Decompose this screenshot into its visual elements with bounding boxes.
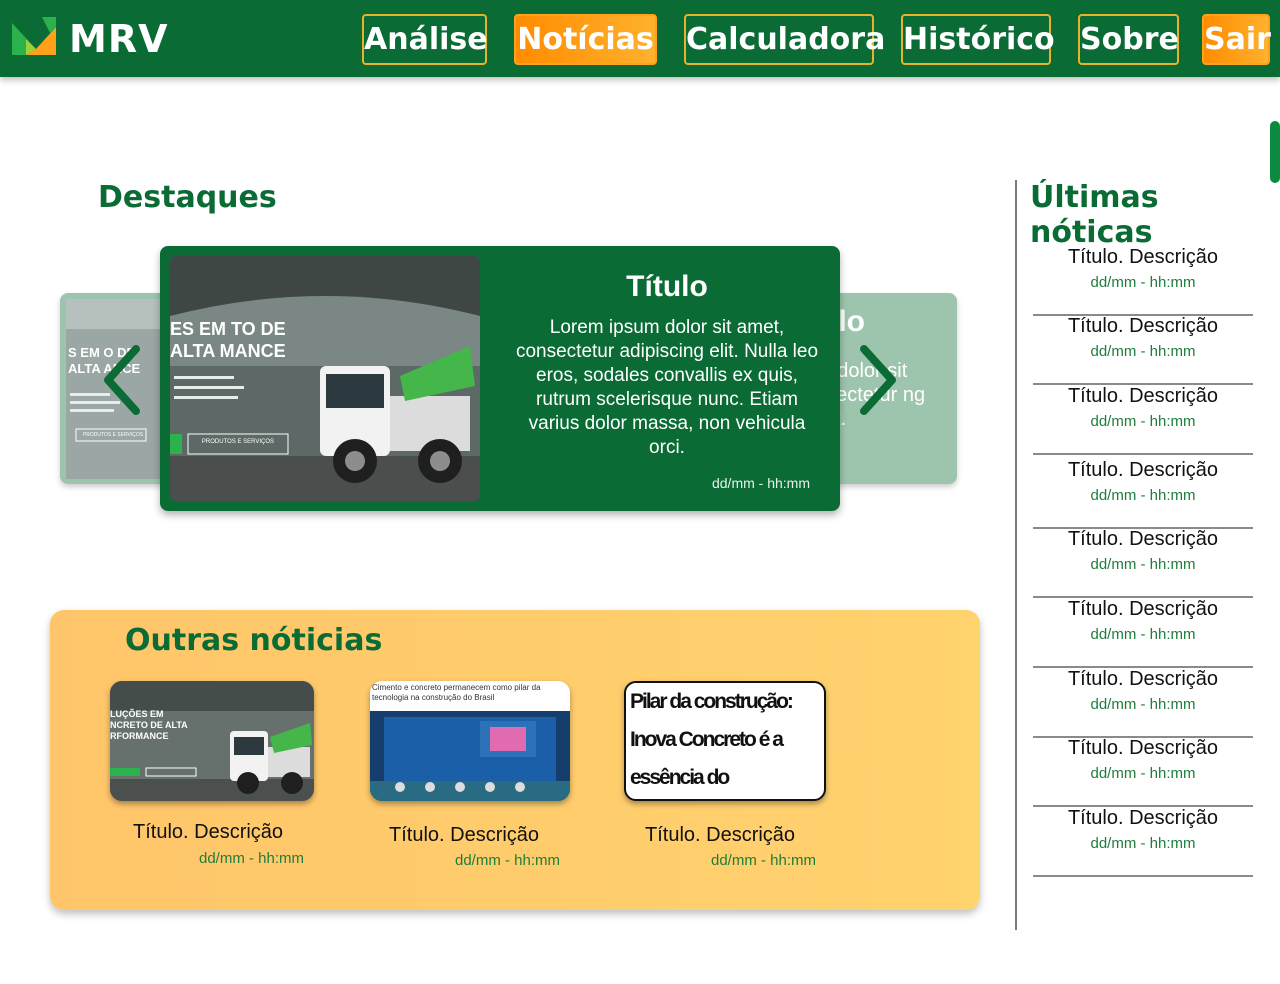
logo-icon xyxy=(12,17,56,55)
latest-news-item-title: Título. Descrição xyxy=(1067,246,1219,268)
other-news-date-3: dd/mm - hh:mm xyxy=(711,852,817,869)
other-news-title-3[interactable]: Título. Descrição xyxy=(645,824,795,847)
latest-news-item-title: Título. Descrição xyxy=(1067,668,1219,690)
latest-news-item-date: dd/mm - hh:mm xyxy=(1090,487,1196,504)
nav-sair-button[interactable]: Sair xyxy=(1202,14,1271,65)
nav-noticias-button[interactable]: Notícias xyxy=(514,14,657,65)
highlight-title: Título xyxy=(626,270,708,303)
other-news-date-1: dd/mm - hh:mm xyxy=(199,850,305,867)
latest-news-item[interactable]: Título. Descrição dd/mm - hh:mm xyxy=(1033,668,1253,738)
highlight-image: ES EM TO DE ALTA MANCE PRODUTOS E SERVIÇ… xyxy=(170,256,480,501)
news-photo-2-caption: Cimento e concreto permanecem como pilar… xyxy=(372,683,541,702)
latest-news-item-title: Título. Descrição xyxy=(1067,385,1219,407)
latest-news-item[interactable]: Título. Descrição dd/mm - hh:mm xyxy=(1033,315,1253,385)
other-news-thumb-1[interactable]: LUÇÕES EM NCRETO DE ALTA RFORMANCE xyxy=(110,681,314,801)
highlight-image-button-text: PRODUTOS E SERVIÇOS xyxy=(201,439,275,445)
nav-calculadora-button[interactable]: Calculadora xyxy=(684,14,885,65)
latest-news-item-title: Título. Descrição xyxy=(1067,459,1219,481)
other-news-date-2: dd/mm - hh:mm xyxy=(455,852,561,869)
latest-news-item[interactable]: Título. Descrição dd/mm - hh:mm xyxy=(1033,737,1253,807)
prev-card-button-text: PRODUTOS E SERVIÇOS xyxy=(82,432,144,438)
truck-photo xyxy=(170,256,480,501)
latest-news-item-date: dd/mm - hh:mm xyxy=(1090,274,1196,291)
latest-news-item[interactable]: Título. Descrição dd/mm - hh:mm xyxy=(1033,385,1253,455)
chevron-left-icon[interactable] xyxy=(98,345,148,415)
highlight-description: Lorem ipsum dolor sit amet, consectetur … xyxy=(515,317,819,458)
latest-news-item-date: dd/mm - hh:mm xyxy=(1090,765,1196,782)
latest-news-item-title: Título. Descrição xyxy=(1067,807,1219,829)
highlight-image-caption: ES EM TO DE ALTA MANCE xyxy=(170,319,286,361)
latest-news-item-title: Título. Descrição xyxy=(1067,315,1219,337)
news-photo-1-caption: LUÇÕES EM NCRETO DE ALTA RFORMANCE xyxy=(110,709,188,741)
latest-news-item-date: dd/mm - hh:mm xyxy=(1090,835,1196,852)
other-news-title: Outras nóticias xyxy=(125,623,383,658)
other-news-title-2[interactable]: Título. Descrição xyxy=(389,824,539,847)
mrv-logo[interactable]: MRV xyxy=(12,17,192,61)
latest-news-item-title: Título. Descrição xyxy=(1067,737,1219,759)
other-news-panel: Outras nóticias LUÇÕES EM NCRETO DE ALTA… xyxy=(50,610,980,910)
page-scrollbar[interactable] xyxy=(1270,121,1280,183)
latest-news-item[interactable]: Título. Descrição dd/mm - hh:mm xyxy=(1033,459,1253,529)
latest-news-item-title: Título. Descrição xyxy=(1067,528,1219,550)
latest-news-item-date: dd/mm - hh:mm xyxy=(1090,626,1196,643)
chevron-right-icon[interactable] xyxy=(852,345,902,415)
latest-news-item-date: dd/mm - hh:mm xyxy=(1090,413,1196,430)
latest-news-item-date: dd/mm - hh:mm xyxy=(1090,343,1196,360)
latest-news-item[interactable]: Título. Descrição dd/mm - hh:mm xyxy=(1033,807,1253,877)
sidebar-divider xyxy=(1015,180,1017,930)
brand-name: MRV xyxy=(69,17,169,61)
highlights-title: Destaques xyxy=(98,180,277,215)
nav-sobre-button[interactable]: Sobre xyxy=(1078,14,1179,65)
nav-historico-button[interactable]: Histórico xyxy=(901,14,1055,65)
latest-news-item[interactable]: Título. Descrição dd/mm - hh:mm xyxy=(1033,246,1253,316)
other-news-thumb-3[interactable]: Pilar da construção: Inova Concreto é a … xyxy=(624,681,826,801)
latest-news-item[interactable]: Título. Descrição dd/mm - hh:mm xyxy=(1033,598,1253,668)
latest-news-item-date: dd/mm - hh:mm xyxy=(1090,556,1196,573)
latest-news-item[interactable]: Título. Descrição dd/mm - hh:mm xyxy=(1033,528,1253,598)
other-news-title-1[interactable]: Título. Descrição xyxy=(133,821,283,844)
other-news-thumb-2[interactable]: Cimento e concreto permanecem como pilar… xyxy=(370,681,570,801)
top-nav-bar: MRV Análise Notícias Calculadora Históri… xyxy=(0,0,1280,77)
news-photo-3-caption: Pilar da construção: Inova Concreto é a … xyxy=(630,690,794,789)
latest-news-item-title: Título. Descrição xyxy=(1067,598,1219,620)
nav-analise-button[interactable]: Análise xyxy=(362,14,488,65)
highlight-card[interactable]: ES EM TO DE ALTA MANCE PRODUTOS E SERVIÇ… xyxy=(160,246,840,511)
latest-news-item-date: dd/mm - hh:mm xyxy=(1090,696,1196,713)
latest-news-title: Últimas nóticas xyxy=(1030,180,1159,250)
highlight-date: dd/mm - hh:mm xyxy=(711,475,810,491)
